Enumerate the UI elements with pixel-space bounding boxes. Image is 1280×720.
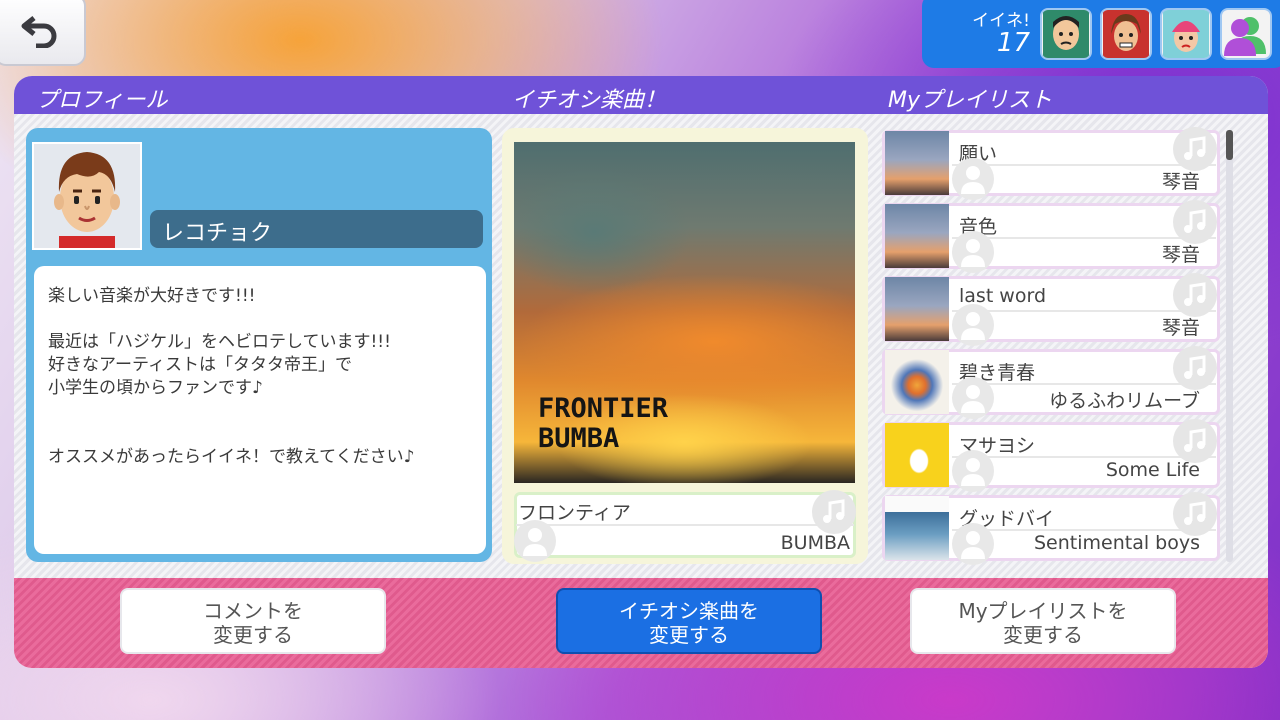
favorite-song-artist: BUMBA xyxy=(780,532,850,554)
music-note-icon xyxy=(1173,200,1217,244)
mii-avatar-2[interactable] xyxy=(1100,8,1152,60)
playlist-item-thumbnail xyxy=(885,423,949,487)
playlist-scrollbar[interactable] xyxy=(1226,130,1233,562)
avatar xyxy=(32,142,142,250)
playlist-item-artist: 琴音 xyxy=(1161,171,1200,193)
album-art-text: FRONTIER BUMBA xyxy=(538,393,669,454)
playlist-item-thumbnail xyxy=(885,496,949,560)
person-icon xyxy=(952,158,994,200)
music-note-icon xyxy=(1173,419,1217,463)
person-icon xyxy=(514,520,556,562)
playlist-item-artist: 琴音 xyxy=(1161,244,1200,266)
music-note-icon xyxy=(1173,346,1217,390)
username: レコチョク xyxy=(162,221,273,246)
playlist-item-artist: Some Life xyxy=(1105,459,1200,481)
back-arrow-icon xyxy=(21,16,57,48)
change-comment-button[interactable]: コメントを 変更する xyxy=(120,588,386,654)
music-note-icon xyxy=(1173,492,1217,536)
mii-face-icon xyxy=(1043,10,1089,58)
mii-avatar-icon xyxy=(54,152,120,248)
playlist-item-thumbnail xyxy=(885,350,949,414)
playlist-item-thumbnail xyxy=(885,277,949,341)
back-button[interactable] xyxy=(0,0,86,66)
music-note-icon xyxy=(1173,273,1217,317)
person-icon xyxy=(952,304,994,346)
change-playlist-button[interactable]: Myプレイリストを 変更する xyxy=(910,588,1176,654)
person-icon xyxy=(952,377,994,419)
person-icon xyxy=(952,523,994,565)
mii-avatar-1[interactable] xyxy=(1040,8,1092,60)
playlist-item-artist: 琴音 xyxy=(1161,317,1200,339)
change-favorite-song-button[interactable]: イチオシ楽曲を 変更する xyxy=(556,588,822,654)
profile-section-title: プロフィール xyxy=(36,88,168,113)
playlist-item-thumbnail xyxy=(885,131,949,195)
music-note-icon xyxy=(812,490,856,534)
mii-avatar-3[interactable] xyxy=(1160,8,1212,60)
playlist-section-title: Myプレイリスト xyxy=(888,88,1053,113)
iine-count: 17 xyxy=(996,28,1030,58)
mii-face-icon xyxy=(1103,10,1149,58)
playlist-item-artist: ゆるふわリムーブ xyxy=(1049,390,1200,412)
music-note-icon xyxy=(1173,127,1217,171)
person-icon xyxy=(952,231,994,273)
comment-text: 楽しい音楽が大好きです!!! 最近は「ハジケル」をヘビロテしています!!! 好き… xyxy=(48,286,415,467)
person-icon xyxy=(952,450,994,492)
playlist-item-artist: Sentimental boys xyxy=(1034,532,1200,554)
mii-face-icon xyxy=(1163,10,1209,58)
favorite-section-title: イチオシ楽曲！ xyxy=(512,88,667,113)
playlist-scrollbar-thumb[interactable] xyxy=(1226,130,1233,160)
playlist-item-thumbnail xyxy=(885,204,949,268)
friends-icon xyxy=(1224,17,1266,56)
friends-button[interactable] xyxy=(1220,8,1272,60)
